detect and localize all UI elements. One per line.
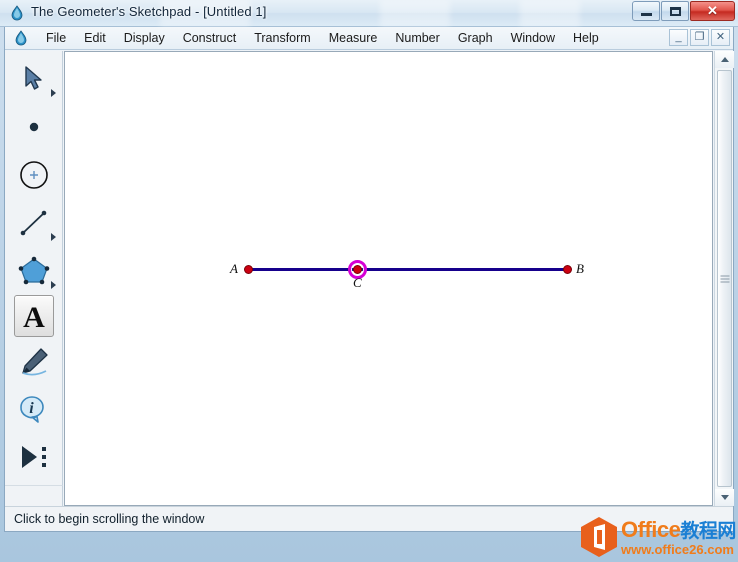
arrow-select-tool[interactable] <box>12 55 56 103</box>
tool-flyout-arrow-icon[interactable] <box>50 89 56 97</box>
tool-flyout-arrow-icon[interactable] <box>50 281 56 289</box>
document-restore-button[interactable]: ❐ <box>690 29 709 46</box>
point-b-label[interactable]: B <box>576 261 584 277</box>
tool-palette: A i <box>5 51 63 485</box>
window-controls: ✕ <box>632 1 735 21</box>
work-area: A i A C B Click to begin scrolling the w… <box>5 51 734 530</box>
minimize-icon <box>640 12 652 16</box>
vertical-scrollbar[interactable] <box>714 51 734 506</box>
custom-tool[interactable] <box>12 433 56 481</box>
scroll-down-arrow-icon <box>720 495 729 500</box>
polygon-tool[interactable] <box>12 247 56 295</box>
line-segment-icon <box>20 210 46 236</box>
point-b[interactable] <box>563 265 572 274</box>
menu-transform[interactable]: Transform <box>245 29 320 48</box>
tool-flyout-arrow-icon[interactable] <box>50 233 56 241</box>
maximize-icon <box>669 6 681 16</box>
sketchpad-droplet-icon <box>15 30 27 46</box>
menu-file[interactable]: File <box>37 29 75 48</box>
scroll-down-button[interactable] <box>715 489 734 506</box>
status-message: Click to begin scrolling the window <box>14 511 205 526</box>
letter-a-icon: A <box>23 301 45 332</box>
menu-help[interactable]: Help <box>564 29 608 48</box>
point-tool[interactable] <box>12 103 56 151</box>
pen-marker-icon <box>21 348 48 376</box>
menu-construct[interactable]: Construct <box>174 29 246 48</box>
sketch-canvas[interactable]: A C B 几何画板官网 www.jihehuaban.com.cn <box>64 51 713 506</box>
point-a-label[interactable]: A <box>230 261 238 277</box>
status-bar: Click to begin scrolling the window <box>5 506 733 530</box>
window-maximize-button[interactable] <box>661 1 689 21</box>
menu-measure[interactable]: Measure <box>320 29 387 48</box>
sketchpad-client: File Edit Display Construct Transform Me… <box>4 27 734 532</box>
window-title: The Geometer's Sketchpad - [Untitled 1] <box>31 4 267 19</box>
title-bar: The Geometer's Sketchpad - [Untitled 1] … <box>0 0 738 27</box>
info-bubble-icon: i <box>19 396 44 423</box>
menu-edit[interactable]: Edit <box>75 29 115 48</box>
menu-graph[interactable]: Graph <box>449 29 502 48</box>
straightedge-tool[interactable] <box>12 199 56 247</box>
point-dot-icon <box>29 122 38 132</box>
text-tool[interactable]: A <box>13 295 54 337</box>
arrow-cursor-icon <box>24 66 42 90</box>
menu-window[interactable]: Window <box>502 29 564 48</box>
svg-text:i: i <box>29 400 34 417</box>
application-window: The Geometer's Sketchpad - [Untitled 1] … <box>0 0 738 562</box>
segment-ab[interactable] <box>248 268 568 271</box>
circle-compass-icon <box>19 161 48 189</box>
scroll-up-arrow-icon <box>720 57 729 62</box>
menu-number[interactable]: Number <box>386 29 448 48</box>
sketchpad-droplet-icon <box>11 5 23 21</box>
point-c[interactable] <box>353 265 362 274</box>
scroll-grip-icon <box>720 275 729 282</box>
menu-display[interactable]: Display <box>115 29 174 48</box>
document-minimize-button[interactable]: _ <box>669 29 688 46</box>
scroll-up-button[interactable] <box>715 51 734 68</box>
office-logo-url: www.office26.com <box>621 541 734 557</box>
compass-circle-tool[interactable] <box>12 151 56 199</box>
window-minimize-button[interactable] <box>632 1 660 21</box>
point-a[interactable] <box>244 265 253 274</box>
document-close-button[interactable]: ✕ <box>711 29 730 46</box>
polygon-pentagon-icon <box>18 256 49 285</box>
document-window-controls: _ ❐ ✕ <box>669 29 730 46</box>
play-triangle-dots-icon <box>21 446 46 468</box>
information-tool[interactable]: i <box>12 385 56 433</box>
marker-tool[interactable] <box>12 337 56 385</box>
vertical-scroll-thumb[interactable] <box>717 70 732 487</box>
svg-text:A: A <box>23 301 45 332</box>
menu-bar: File Edit Display Construct Transform Me… <box>5 27 733 50</box>
point-c-label[interactable]: C <box>353 275 362 291</box>
window-close-button[interactable]: ✕ <box>690 1 735 21</box>
